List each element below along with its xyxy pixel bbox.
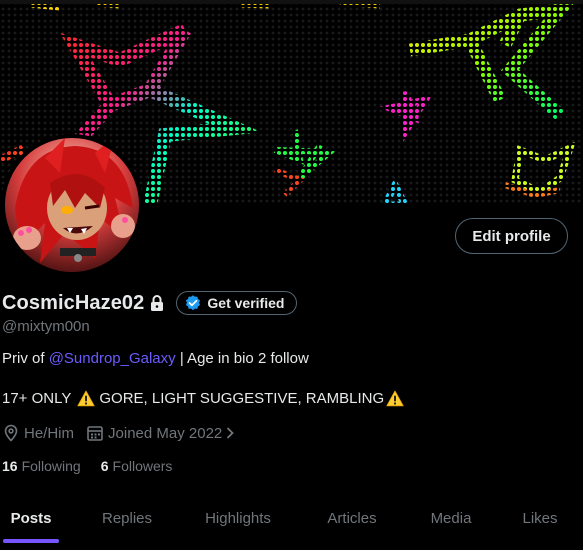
profile-tabs: Posts Replies Highlights Articles Media …	[0, 494, 583, 550]
profile-name-row: CosmicHaze02 Get verified	[2, 290, 298, 316]
location-pin-icon	[4, 424, 18, 442]
warning-emoji-icon	[77, 390, 95, 407]
warning-emoji-icon	[386, 390, 404, 407]
get-verified-label: Get verified	[207, 295, 285, 311]
avatar[interactable]	[1, 134, 143, 276]
followers-label: Followers	[112, 458, 173, 474]
tab-media[interactable]: Media	[421, 494, 481, 542]
bio-text: GORE, LIGHT SUGGESTIVE, RAMBLING	[99, 390, 385, 407]
avatar-image	[5, 138, 139, 272]
lock-icon	[150, 295, 164, 311]
tab-replies[interactable]: Replies	[90, 494, 164, 542]
pronouns-item: He/Him	[2, 424, 74, 442]
tab-likes[interactable]: Likes	[512, 494, 568, 542]
follow-stats: 16 Following 6 Followers	[2, 458, 192, 474]
bio-line-2: 17+ ONLY GORE, LIGHT SUGGESTIVE, RAMBLIN…	[2, 390, 404, 407]
tab-highlights[interactable]: Highlights	[195, 494, 281, 542]
active-tab-indicator	[3, 539, 59, 543]
joined-text: Joined May 2022	[108, 424, 223, 442]
followers-count: 6	[100, 458, 109, 474]
profile-meta: He/Him Joined May 2022	[2, 423, 252, 443]
profile-handle: @mixtym00n	[2, 318, 90, 335]
pronouns-text: He/Him	[24, 424, 75, 442]
verified-badge-icon	[186, 295, 201, 311]
chevron-right-icon	[227, 427, 235, 439]
bio-line-1: Priv of @Sundrop_Galaxy | Age in bio 2 f…	[2, 350, 309, 367]
calendar-icon	[87, 426, 103, 441]
following-link[interactable]: 16 Following	[2, 458, 81, 474]
bio-text: | Age in bio 2 follow	[175, 350, 309, 367]
display-name: CosmicHaze02	[2, 291, 145, 314]
bio-text: Priv of	[2, 350, 49, 367]
followers-link[interactable]: 6 Followers	[101, 458, 173, 474]
joined-item[interactable]: Joined May 2022	[86, 424, 240, 442]
following-label: Following	[21, 458, 81, 474]
bio-mention-link[interactable]: @Sundrop_Galaxy	[49, 350, 176, 367]
tab-posts[interactable]: Posts	[0, 494, 62, 542]
edit-profile-button[interactable]: Edit profile	[455, 218, 568, 254]
bio-text: 17+ ONLY	[2, 390, 72, 407]
get-verified-button[interactable]: Get verified	[176, 291, 298, 315]
tab-articles[interactable]: Articles	[316, 494, 388, 542]
following-count: 16	[2, 458, 18, 474]
